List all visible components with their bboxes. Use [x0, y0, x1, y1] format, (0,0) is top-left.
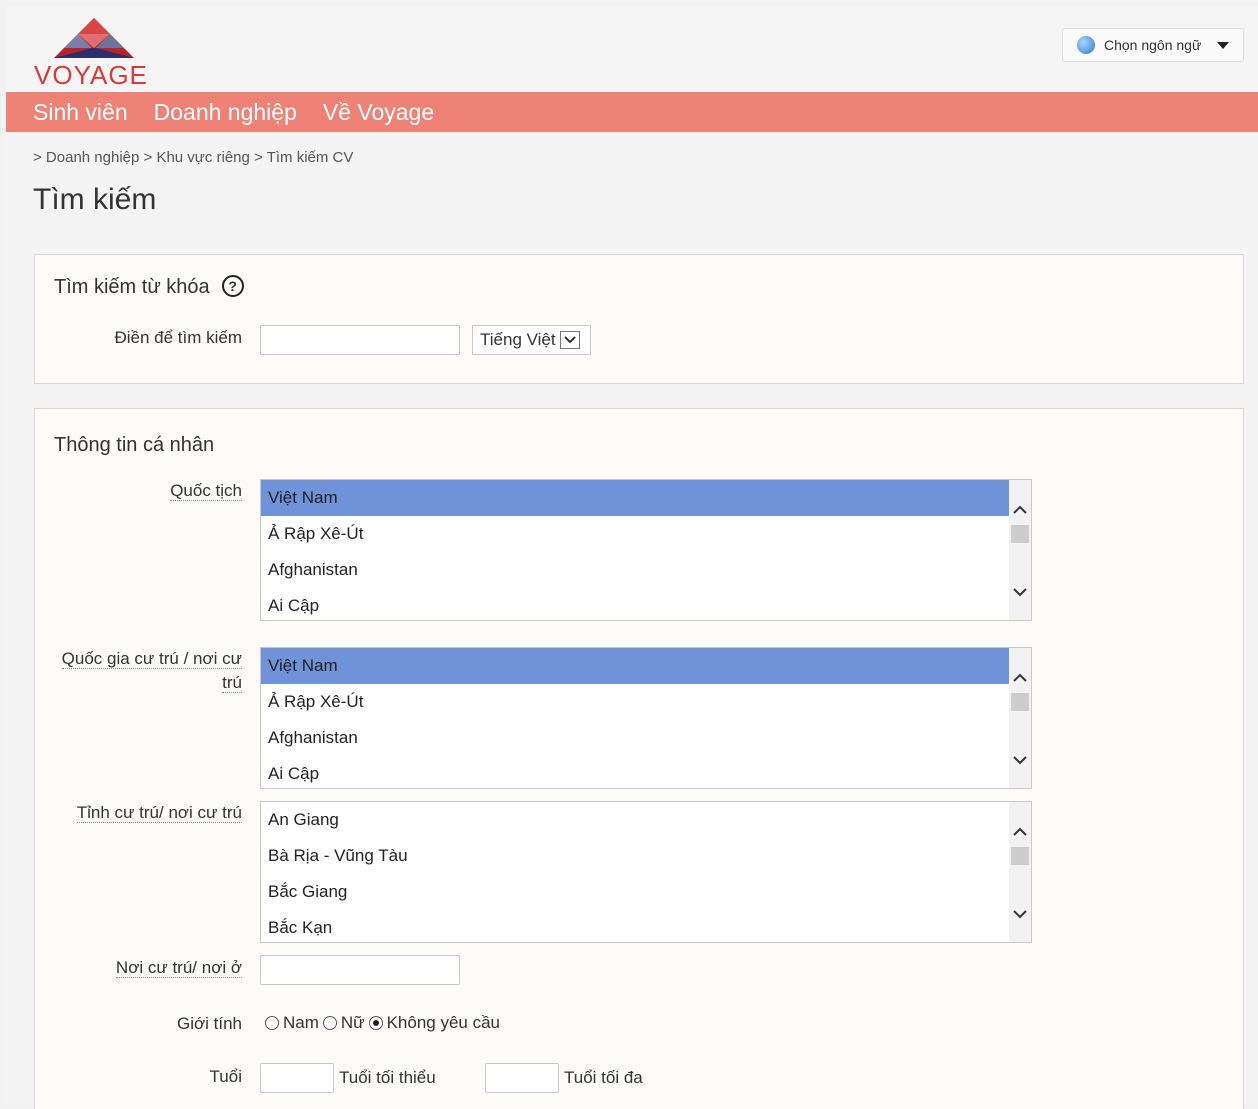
keyword-search-panel: Tìm kiếm từ khóa? Điền để tìm kiếm Tiếng…	[34, 254, 1244, 384]
residence-place-input[interactable]	[260, 955, 460, 985]
nav-item-businesses[interactable]: Doanh nghiệp	[154, 99, 297, 126]
scroll-down-icon[interactable]	[1009, 751, 1031, 769]
age-label: Tuổi	[209, 1067, 242, 1086]
gender-option-any[interactable]: Không yêu cầu	[368, 1013, 500, 1033]
list-option[interactable]: An Giang	[261, 802, 1009, 838]
scroll-down-icon[interactable]	[1009, 583, 1031, 601]
chevron-down-icon	[559, 331, 580, 349]
personal-info-panel: Thông tin cá nhân Quốc tịch Việt Nam Ả R…	[34, 408, 1244, 1109]
nav-item-about[interactable]: Về Voyage	[323, 99, 434, 126]
gender-option-male[interactable]: Nam	[265, 1013, 319, 1033]
header: VOYAGE Chọn ngôn ngữ	[6, 6, 1258, 92]
province-label-text: Tỉnh cư trú/ nơi cư trú	[76, 803, 242, 823]
residence-place-label: Nơi cư trú/ nơi ở	[42, 956, 242, 980]
nationality-label: Quốc tịch	[42, 479, 242, 503]
gender-option-label: Không yêu cầu	[386, 1013, 500, 1032]
keyword-language-value: Tiếng Việt	[480, 330, 556, 349]
breadcrumb: > Doanh nghiệp > Khu vực riêng > Tìm kiế…	[33, 149, 353, 166]
language-selector-button[interactable]: Chọn ngôn ngữ	[1062, 28, 1244, 62]
keyword-language-select[interactable]: Tiếng Việt	[472, 325, 591, 355]
scroll-thumb[interactable]	[1011, 847, 1029, 865]
list-option[interactable]: Bắc Giang	[261, 874, 1009, 910]
keyword-search-title-text: Tìm kiếm từ khóa	[54, 276, 210, 298]
scrollbar[interactable]	[1009, 480, 1031, 620]
main-nav: Sinh viên Doanh nghiệp Về Voyage	[6, 92, 1258, 132]
list-option[interactable]: Việt Nam	[261, 648, 1009, 684]
max-age-input[interactable]	[485, 1063, 559, 1093]
logo-mark-icon	[54, 18, 134, 58]
province-listbox[interactable]: An Giang Bà Rịa - Vũng Tàu Bắc Giang Bắc…	[260, 801, 1032, 943]
province-label: Tỉnh cư trú/ nơi cư trú	[42, 801, 242, 825]
breadcrumb-businesses[interactable]: > Doanh nghiệp	[33, 149, 139, 166]
personal-info-title: Thông tin cá nhân	[54, 434, 215, 456]
keyword-field-label: Điền để tìm kiếm	[114, 328, 242, 347]
list-option[interactable]: Ả Rập Xê-Út	[261, 684, 1009, 720]
logo-text: VOYAGE	[34, 60, 148, 90]
scroll-up-icon[interactable]	[1009, 500, 1031, 518]
page: VOYAGE Chọn ngôn ngữ Sinh viên Doanh ngh…	[6, 6, 1258, 1109]
radio-button[interactable]	[265, 1016, 279, 1030]
list-option[interactable]: Afghanistan	[261, 720, 1009, 756]
keyword-search-title: Tìm kiếm từ khóa?	[54, 275, 244, 299]
list-option[interactable]: Ả Rập Xê-Út	[261, 516, 1009, 552]
list-option[interactable]: Bà Rịa - Vũng Tàu	[261, 838, 1009, 874]
scroll-thumb[interactable]	[1011, 525, 1029, 543]
gender-label: Giới tính	[176, 1014, 242, 1033]
radio-button[interactable]	[322, 1016, 337, 1030]
page-title: Tìm kiếm	[33, 183, 157, 216]
globe-icon	[1077, 36, 1095, 54]
scrollbar[interactable]	[1009, 802, 1031, 942]
scroll-thumb[interactable]	[1011, 693, 1029, 711]
gender-option-label: Nữ	[340, 1013, 365, 1032]
residence-place-label-text: Nơi cư trú/ nơi ở	[115, 958, 242, 978]
help-icon[interactable]: ?	[221, 275, 244, 297]
list-option[interactable]: Việt Nam	[261, 480, 1009, 516]
breadcrumb-private-area[interactable]: > Khu vực riêng	[144, 149, 250, 166]
nationality-label-text: Quốc tịch	[170, 481, 242, 501]
list-option[interactable]: Bắc Kạn	[261, 910, 1009, 942]
scrollbar[interactable]	[1009, 648, 1031, 788]
min-age-input[interactable]	[260, 1063, 334, 1093]
list-option[interactable]: Afghanistan	[261, 552, 1009, 588]
caret-down-icon	[1217, 41, 1230, 49]
residence-country-listbox[interactable]: Việt Nam Ả Rập Xê-Út Afghanistan Ai Cập	[260, 647, 1032, 789]
keyword-search-input[interactable]	[260, 325, 460, 355]
nav-item-students[interactable]: Sinh viên	[33, 99, 128, 126]
list-option[interactable]: Ai Cập	[261, 756, 1009, 788]
scroll-down-icon[interactable]	[1009, 905, 1031, 923]
scroll-up-icon[interactable]	[1009, 668, 1031, 686]
residence-country-label-text: Quốc gia cư trú / nơi cư trú	[61, 649, 242, 693]
list-option[interactable]: Ai Cập	[261, 588, 1009, 620]
language-selector-label: Chọn ngôn ngữ	[1104, 37, 1202, 53]
nationality-listbox[interactable]: Việt Nam Ả Rập Xê-Út Afghanistan Ai Cập	[260, 479, 1032, 621]
gender-option-female[interactable]: Nữ	[322, 1013, 365, 1033]
min-age-label: Tuổi tối thiểu	[339, 1068, 436, 1087]
max-age-label: Tuổi tối đa	[564, 1068, 643, 1087]
residence-country-label: Quốc gia cư trú / nơi cư trú	[42, 647, 242, 695]
scroll-up-icon[interactable]	[1009, 822, 1031, 840]
breadcrumb-cv-search[interactable]: > Tìm kiếm CV	[254, 149, 353, 166]
gender-radio-group: Nam Nữ Không yêu cầu	[265, 1013, 504, 1033]
radio-button[interactable]	[368, 1016, 383, 1030]
gender-option-label: Nam	[283, 1013, 319, 1032]
voyage-logo[interactable]: VOYAGE	[34, 16, 154, 90]
